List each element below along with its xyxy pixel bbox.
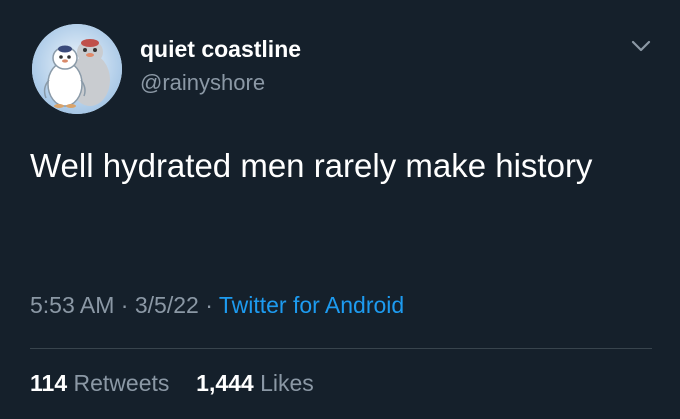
tweet-time[interactable]: 5:53 AM xyxy=(30,292,114,318)
retweet-label: Retweets xyxy=(73,370,170,396)
chevron-down-icon[interactable] xyxy=(626,34,656,58)
likes-stat[interactable]: 1,444 Likes xyxy=(196,370,314,396)
tweet-card: quiet coastline @rainyshore Well hydrate… xyxy=(0,0,680,419)
meta-separator: · xyxy=(205,292,213,318)
meta-separator: · xyxy=(120,292,129,318)
tweet-source-link[interactable]: Twitter for Android xyxy=(219,292,404,318)
retweet-count: 114 xyxy=(30,370,68,396)
divider xyxy=(30,348,652,349)
display-name[interactable]: quiet coastline xyxy=(140,36,301,63)
user-handle[interactable]: @rainyshore xyxy=(140,70,265,96)
tweet-date[interactable]: 3/5/22 xyxy=(135,292,199,318)
tweet-stats: 114 Retweets 1,444 Likes xyxy=(30,370,314,397)
avatar[interactable] xyxy=(32,24,122,114)
retweets-stat[interactable]: 114 Retweets xyxy=(30,370,176,396)
tweet-text: Well hydrated men rarely make history xyxy=(30,147,593,184)
like-count: 1,444 xyxy=(196,370,254,396)
tweet-meta: 5:53 AM · 3/5/22 · Twitter for Android xyxy=(30,292,404,319)
penguins-avatar-icon xyxy=(32,24,122,114)
like-label: Likes xyxy=(260,370,314,396)
